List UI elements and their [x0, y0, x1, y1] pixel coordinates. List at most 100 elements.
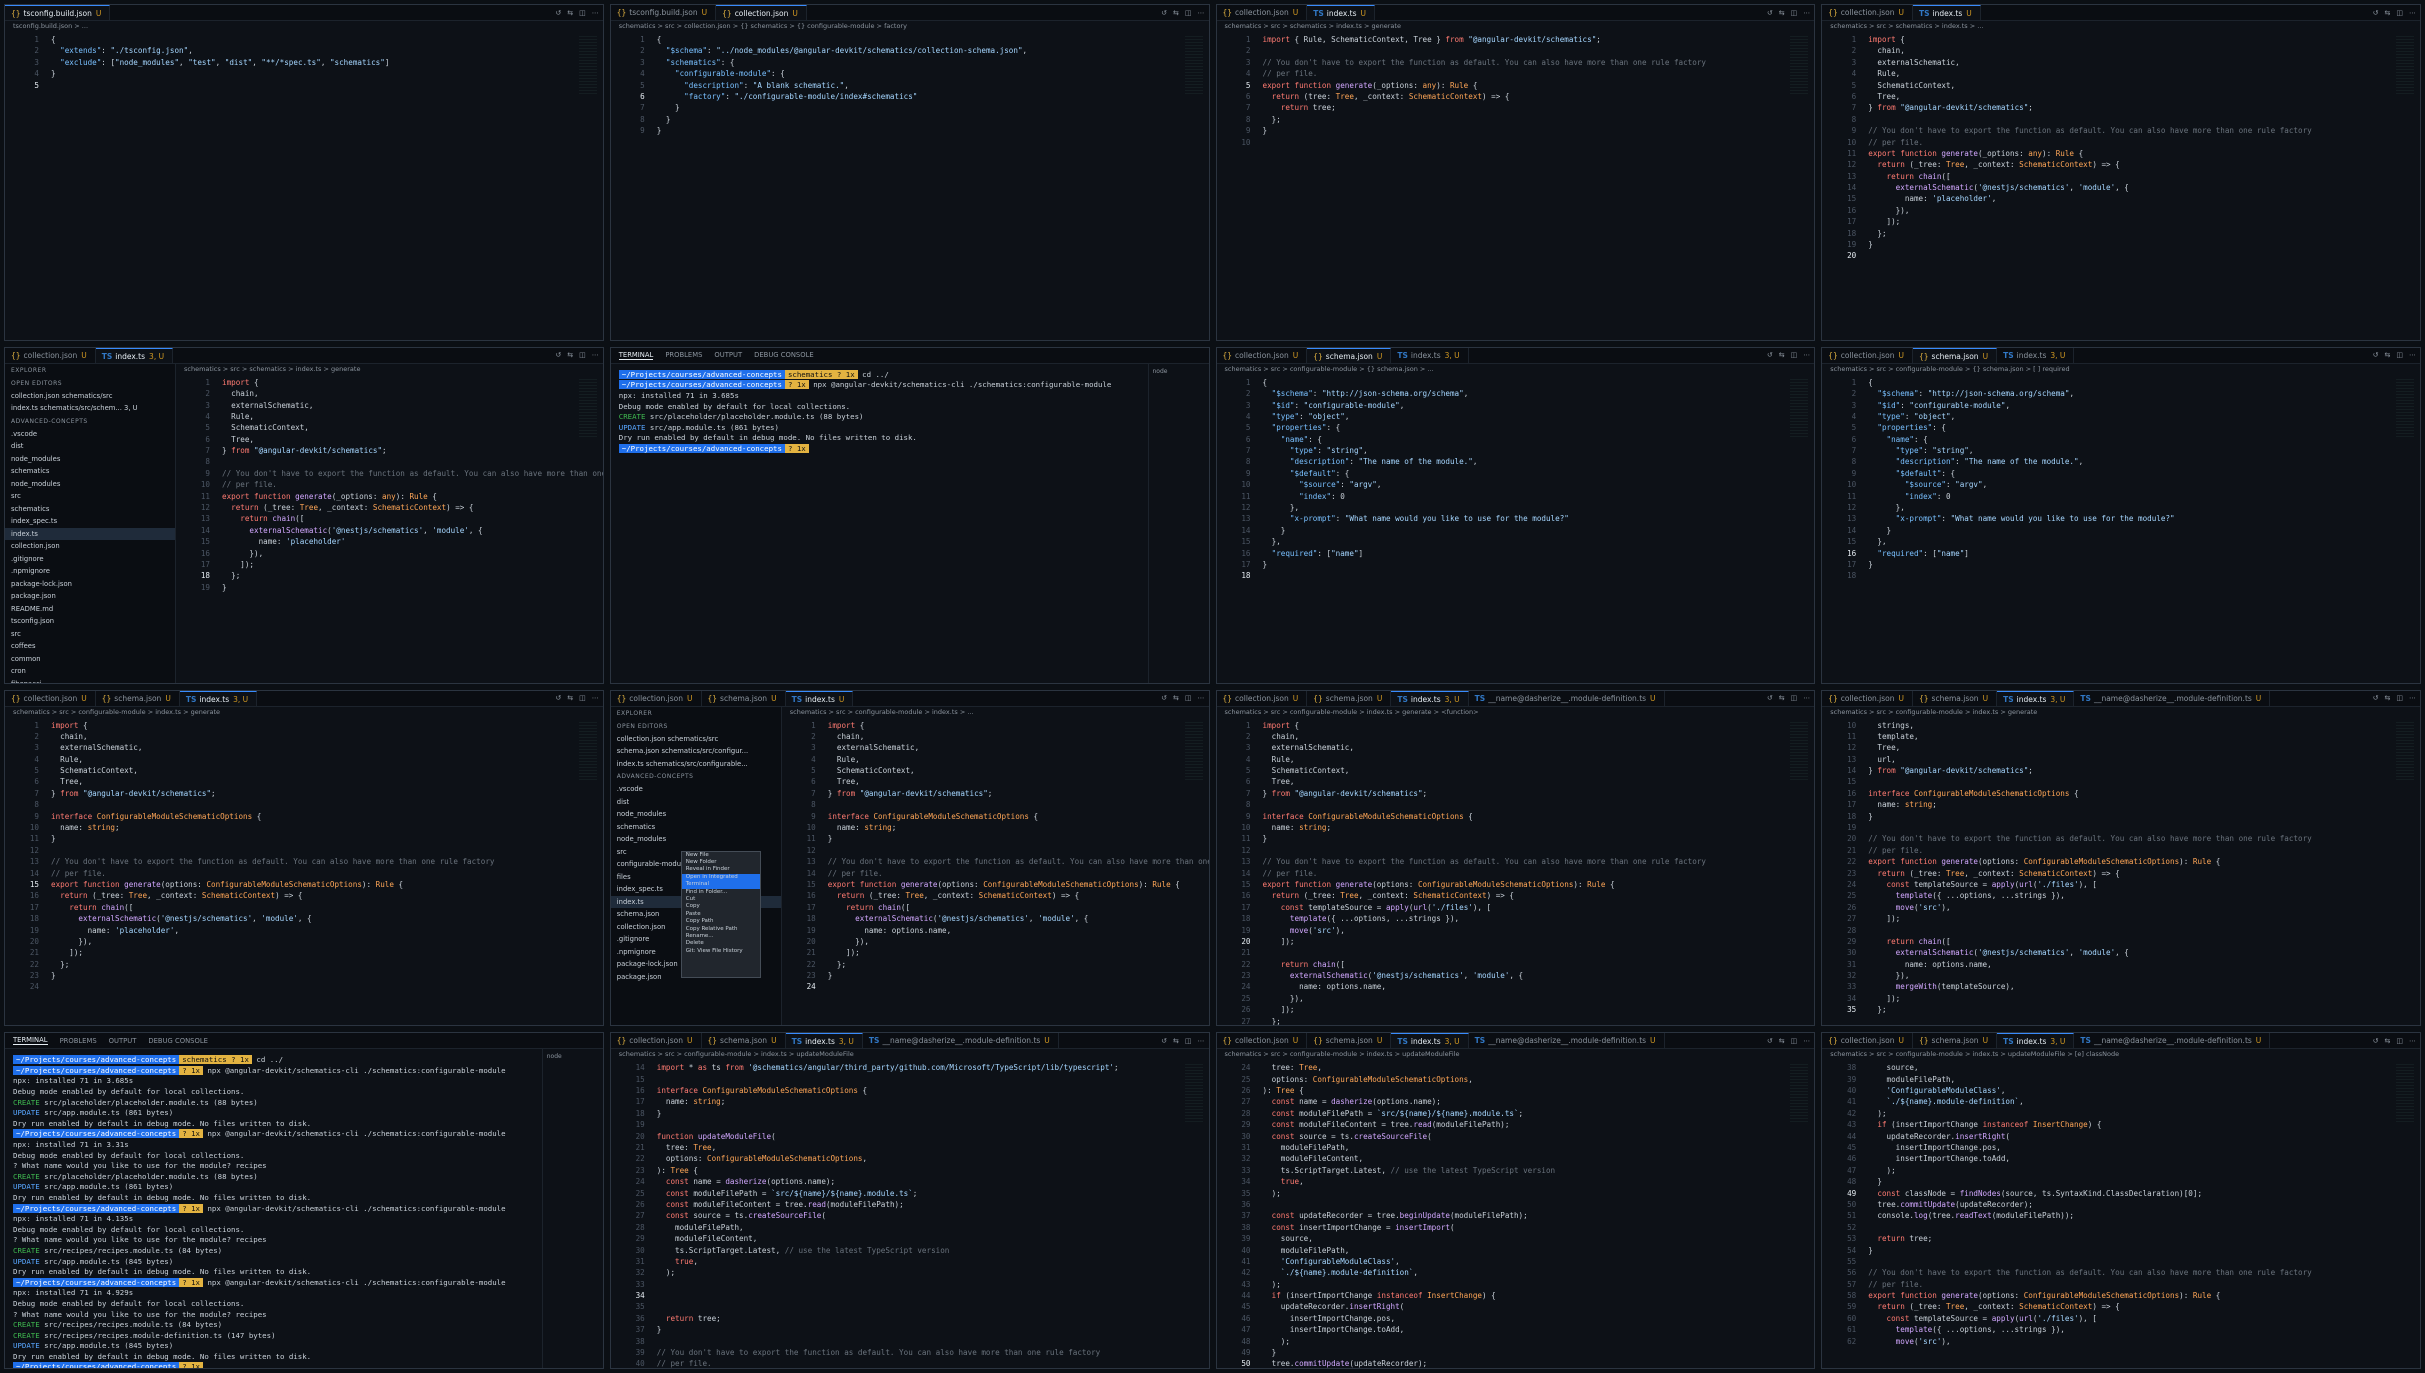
compare-icon[interactable]: ⇆ — [1779, 351, 1785, 359]
minimap[interactable] — [1184, 36, 1203, 96]
split-editor-icon[interactable]: ◫ — [579, 694, 586, 702]
explorer-item[interactable]: schematics — [611, 821, 781, 834]
context-menu-item[interactable]: Git: View File History — [682, 948, 760, 955]
panel-tab[interactable]: OUTPUT — [109, 1037, 137, 1045]
minimap[interactable] — [578, 721, 597, 782]
terminal[interactable]: ~/Projects/courses/advanced-concepts sche… — [5, 1049, 542, 1368]
editor-tab[interactable]: TS index.ts 3, U — [1391, 690, 1469, 706]
explorer-item[interactable]: src — [5, 628, 175, 641]
breadcrumb[interactable]: schematics > src > configurable-module >… — [782, 707, 1209, 718]
more-actions-icon[interactable]: ⋯ — [2409, 9, 2416, 17]
compare-icon[interactable]: ⇆ — [2385, 1037, 2391, 1045]
editor-tab[interactable]: {} collection.json U — [5, 347, 96, 363]
editor-tab[interactable]: {} collection.json U — [1217, 1033, 1308, 1049]
open-editor-item[interactable]: index.ts schematics/src/schem... 3, U — [5, 402, 175, 415]
editor-tab[interactable]: TS index.ts U — [785, 690, 854, 706]
editor-tab[interactable]: {} collection.json U — [1217, 347, 1308, 363]
code-editor[interactable]: 1{2 "$schema": "../node_modules/@angular… — [611, 32, 1209, 340]
context-menu-item[interactable]: Reveal in Finder — [682, 866, 760, 873]
explorer-item[interactable]: common — [5, 653, 175, 666]
panel-tab[interactable]: PROBLEMS — [665, 351, 702, 359]
minimap[interactable] — [1790, 378, 1809, 439]
more-actions-icon[interactable]: ⋯ — [592, 694, 599, 702]
compare-icon[interactable]: ⇆ — [2385, 351, 2391, 359]
minimap[interactable] — [2396, 1064, 2414, 1125]
editor-tab[interactable]: {} tsconfig.build.json U — [5, 5, 111, 20]
timeline-icon[interactable]: ↺ — [1161, 1037, 1167, 1045]
timeline-icon[interactable]: ↺ — [555, 694, 561, 702]
explorer-item[interactable]: schematics — [5, 465, 175, 478]
compare-icon[interactable]: ⇆ — [567, 351, 573, 359]
editor-tab[interactable]: {} schema.json U — [1307, 1033, 1392, 1049]
breadcrumb[interactable]: schematics > src > schematics > index.ts… — [1822, 21, 2420, 32]
more-actions-icon[interactable]: ⋯ — [2409, 1037, 2416, 1045]
open-editor-item[interactable]: collection.json schematics/src — [611, 733, 781, 746]
split-editor-icon[interactable]: ◫ — [2396, 1037, 2403, 1045]
split-editor-icon[interactable]: ◫ — [1791, 351, 1798, 359]
split-editor-icon[interactable]: ◫ — [1791, 694, 1798, 702]
editor-tab[interactable]: {} collection.json U — [1217, 5, 1308, 20]
context-menu-item[interactable]: Find in Folder... — [682, 889, 760, 896]
breadcrumb[interactable]: schematics > src > configurable-module >… — [1822, 707, 2420, 718]
code-editor[interactable]: 1{2 "extends": "./tsconfig.json", 3 "excl… — [5, 32, 603, 340]
explorer-item[interactable]: fibonacci — [5, 678, 175, 683]
minimap[interactable] — [2396, 721, 2414, 782]
minimap[interactable] — [1790, 721, 1809, 782]
editor-tab[interactable]: {} schema.json U — [1307, 690, 1392, 706]
panel-tab[interactable]: OUTPUT — [714, 351, 742, 359]
minimap[interactable] — [1790, 36, 1809, 96]
breadcrumb[interactable]: schematics > src > schematics > index.ts… — [176, 364, 603, 375]
timeline-icon[interactable]: ↺ — [555, 351, 561, 359]
editor-tab[interactable]: {} schema.json U — [1913, 347, 1998, 363]
editor-tab[interactable]: {} tsconfig.build.json U — [611, 5, 717, 20]
explorer-item[interactable]: index_spec.ts — [5, 515, 175, 528]
breadcrumb[interactable]: schematics > src > configurable-module >… — [1217, 1049, 1815, 1060]
more-actions-icon[interactable]: ⋯ — [2409, 694, 2416, 702]
open-editors-header[interactable]: OPEN EDITORS — [611, 720, 781, 733]
explorer-item[interactable]: node_modules — [611, 833, 781, 846]
compare-icon[interactable]: ⇆ — [1173, 1037, 1179, 1045]
explorer-item[interactable]: package.json — [5, 590, 175, 603]
context-menu-item[interactable]: Copy Path — [682, 918, 760, 925]
code-editor[interactable]: 1 import {2 chain, 3 externalSchematic, 4 R… — [5, 718, 603, 1026]
timeline-icon[interactable]: ↺ — [1161, 694, 1167, 702]
more-actions-icon[interactable]: ⋯ — [1803, 694, 1810, 702]
editor-tab[interactable]: TS index.ts 3, U — [1997, 1033, 2075, 1049]
minimap[interactable] — [1790, 1064, 1809, 1125]
timeline-icon[interactable]: ↺ — [1161, 9, 1167, 17]
open-editor-item[interactable]: index.ts schematics/src/configurable... — [611, 758, 781, 771]
panel-tab[interactable]: DEBUG CONSOLE — [754, 351, 814, 359]
breadcrumb[interactable]: schematics > src > collection.json > {} … — [611, 21, 1209, 32]
context-menu-item[interactable]: Delete — [682, 940, 760, 947]
more-actions-icon[interactable]: ⋯ — [1803, 9, 1810, 17]
more-actions-icon[interactable]: ⋯ — [1198, 1037, 1205, 1045]
explorer-item[interactable]: README.md — [5, 603, 175, 616]
split-editor-icon[interactable]: ◫ — [2396, 9, 2403, 17]
editor-tab[interactable]: TS index.ts 3, U — [1997, 347, 2075, 363]
explorer-item[interactable]: node_modules — [611, 808, 781, 821]
split-editor-icon[interactable]: ◫ — [2396, 351, 2403, 359]
explorer-item[interactable]: dist — [611, 796, 781, 809]
editor-tab[interactable]: TS index.ts 3, U — [785, 1033, 863, 1049]
editor-tab[interactable]: {} collection.json U — [1822, 690, 1913, 706]
panel-tab[interactable]: TERMINAL — [618, 351, 654, 360]
editor-tab[interactable]: {} schema.json U — [702, 1033, 786, 1049]
split-editor-icon[interactable]: ◫ — [1185, 694, 1192, 702]
more-actions-icon[interactable]: ⋯ — [1803, 1037, 1810, 1045]
compare-icon[interactable]: ⇆ — [1779, 1037, 1785, 1045]
editor-tab[interactable]: TS __name@dasherize__.module-definition.t… — [2074, 690, 2271, 706]
context-menu-item[interactable]: New Folder — [682, 859, 760, 866]
compare-icon[interactable]: ⇆ — [1173, 694, 1179, 702]
code-editor[interactable]: 1 import { Rule, SchematicContext, Tree }… — [1217, 32, 1815, 340]
minimap[interactable] — [2396, 378, 2414, 439]
code-editor[interactable]: 1{2 "$schema": "http://json-schema.org/s… — [1822, 375, 2420, 683]
open-editors-header[interactable]: OPEN EDITORS — [5, 377, 175, 390]
editor-tab[interactable]: {} collection.json U — [611, 1033, 702, 1049]
timeline-icon[interactable]: ↺ — [1767, 694, 1773, 702]
editor-tab[interactable]: TS index.ts 3, U — [1391, 347, 1469, 363]
project-header[interactable]: ADVANCED-CONCEPTS — [5, 415, 175, 428]
editor-tab[interactable]: {} collection.json U — [5, 690, 96, 706]
explorer-item[interactable]: src — [5, 490, 175, 503]
editor-tab[interactable]: {} schema.json U — [702, 690, 786, 706]
timeline-icon[interactable]: ↺ — [2373, 694, 2379, 702]
